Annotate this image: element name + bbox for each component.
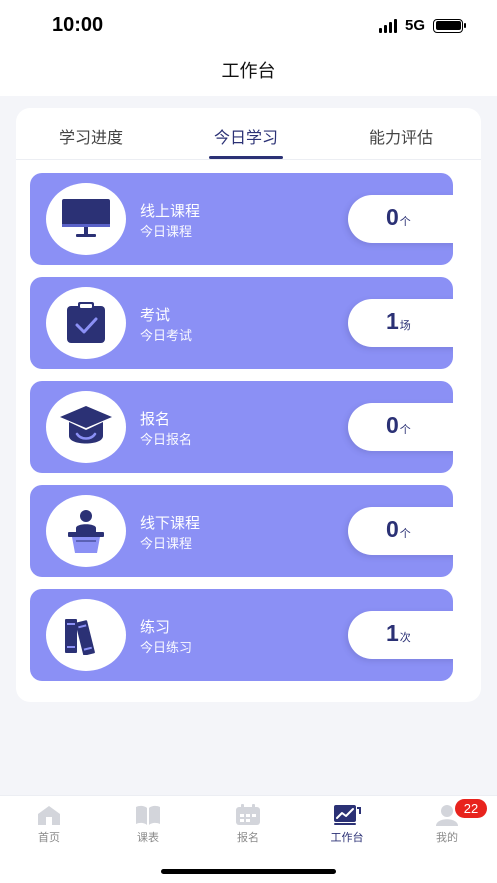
- count-pill: 0 个: [348, 507, 453, 555]
- chart-icon: [334, 805, 361, 825]
- list-item-exam[interactable]: 考试 今日考试 1 场: [30, 277, 453, 369]
- item-title: 线上课程: [140, 202, 201, 220]
- battery-icon: [433, 18, 466, 33]
- count-pill: 1 场: [348, 299, 453, 347]
- count-unit: 个: [399, 423, 411, 436]
- item-subtitle: 今日课程: [140, 225, 193, 240]
- item-subtitle: 今日报名: [140, 433, 193, 448]
- tabbar-item-mine[interactable]: 我的 22: [407, 799, 487, 845]
- tabbar-item-home[interactable]: 首页: [9, 804, 89, 845]
- count-unit: 场: [399, 319, 411, 332]
- status-bar: 10:00 5G: [0, 0, 497, 52]
- item-subtitle: 今日考试: [140, 329, 193, 344]
- graduation-cap-icon: [60, 406, 112, 444]
- count-value: 1: [386, 308, 399, 334]
- item-subtitle: 今日课程: [140, 537, 193, 552]
- tabbar-item-workbench[interactable]: 工作台: [307, 804, 387, 845]
- count-value: 0: [386, 204, 399, 230]
- count-value: 0: [386, 516, 399, 542]
- count-value: 1: [386, 620, 399, 646]
- count-unit: 次: [399, 631, 411, 644]
- tab-today-study[interactable]: 今日学习: [171, 124, 321, 148]
- page-title: 工作台: [221, 61, 276, 82]
- signal-icon: [378, 18, 397, 33]
- books-icon: [65, 619, 95, 655]
- item-title: 报名: [140, 410, 171, 428]
- home-icon: [38, 806, 60, 825]
- tabbar-label: 课表: [137, 831, 159, 844]
- count-pill: 0 个: [348, 403, 453, 451]
- tabbar-label: 工作台: [330, 831, 364, 844]
- item-subtitle: 今日练习: [140, 641, 193, 656]
- tabbar-label: 首页: [38, 831, 60, 844]
- today-study-card: 学习进度 今日学习 能力评估 线上课程 今日课程 0 个 考试 今日考试 1 场…: [16, 108, 481, 702]
- list-item-practice[interactable]: 练习 今日练习 1 次: [30, 589, 453, 681]
- page-header: 工作台: [0, 52, 497, 96]
- status-time: 10:00: [52, 14, 104, 36]
- home-indicator: [161, 869, 336, 874]
- monitor-icon: [62, 199, 110, 237]
- tabbar-item-registration[interactable]: 报名: [208, 804, 288, 845]
- tab-ability-assessment[interactable]: 能力评估: [326, 124, 476, 148]
- book-open-icon: [136, 805, 160, 825]
- network-type: 5G: [404, 17, 425, 34]
- lecturer-podium-icon: [68, 510, 104, 553]
- count-pill: 1 次: [348, 611, 453, 659]
- tab-progress[interactable]: 学习进度: [16, 124, 166, 148]
- count-pill: 0 个: [348, 195, 453, 243]
- list-item-online-course[interactable]: 线上课程 今日课程 0 个: [30, 173, 453, 265]
- count-unit: 个: [399, 215, 411, 228]
- item-title: 练习: [140, 618, 171, 636]
- tab-bar-top: 学习进度 今日学习 能力评估: [16, 108, 481, 160]
- list-item-offline-course[interactable]: 线下课程 今日课程 0 个: [30, 485, 453, 577]
- item-title: 考试: [140, 306, 171, 324]
- count-unit: 个: [399, 527, 411, 540]
- notification-badge: 22: [455, 799, 487, 818]
- status-indicators: 5G: [378, 17, 466, 34]
- clipboard-check-icon: [67, 302, 105, 343]
- active-tab-indicator: [209, 156, 283, 159]
- count-value: 0: [386, 412, 399, 438]
- calendar-icon: [236, 804, 260, 825]
- tabbar-item-schedule[interactable]: 课表: [108, 804, 188, 845]
- item-title: 线下课程: [140, 514, 201, 532]
- tabbar-label: 我的: [436, 831, 458, 844]
- list-item-registration[interactable]: 报名 今日报名 0 个: [30, 381, 453, 473]
- tabbar-label: 报名: [237, 831, 259, 844]
